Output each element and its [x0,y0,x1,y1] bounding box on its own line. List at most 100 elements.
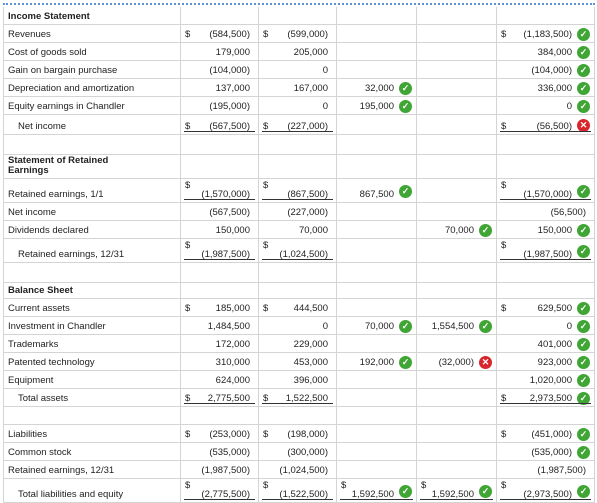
debit-value[interactable]: 32,000 [365,83,394,94]
check-circle-icon: ✓ [399,81,412,95]
underline-rule [184,487,255,500]
underline-rule [500,119,591,132]
credit-value[interactable]: 70,000 [445,225,474,236]
underline-rule [184,119,255,132]
credit-value[interactable]: (32,000) [439,357,474,368]
parent-cell: 624,000 [181,371,259,389]
subsidiary-value: (300,000) [287,447,328,458]
credit-cell [417,335,497,353]
row-label: Total assets [18,393,69,404]
consolidated-value[interactable]: 0 [567,101,572,112]
debit-cell [337,299,417,317]
table-row: Trademarks 172,000 229,000 401,000 ✓ [3,335,595,353]
parent-value: (195,000) [209,101,250,112]
credit-value[interactable]: 1,554,500 [432,321,474,332]
consolidated-value[interactable]: 384,000 [538,47,572,58]
consolidated-value[interactable]: 629,500 [538,303,572,314]
parent-cell: $185,000 [181,299,259,317]
subsidiary-cell: $ (599,000) [259,25,337,43]
retained-header-row: Statement of Retained Earnings [3,155,595,179]
credit-cell [417,79,497,97]
dollar-sign: $ [185,29,191,40]
debit-value[interactable]: 192,000 [360,357,394,368]
consolidated-value[interactable]: 401,000 [538,339,572,350]
row-label: Dividends declared [8,225,89,236]
parent-value: 185,000 [215,303,250,314]
parent-value: (1,987,500) [201,465,250,476]
row-label-cell: Investment in Chandler [3,317,181,335]
consolidated-value[interactable]: 0 [567,321,572,332]
row-label-cell: Retained earnings, 1/1 [3,179,181,203]
credit-cell: 1,554,500 ✓ [417,317,497,335]
credit-cell [417,203,497,221]
consolidated-value[interactable]: (104,000) [531,65,572,76]
debit-cell [337,335,417,353]
parent-cell: $ (1,570,000) [181,179,259,203]
debit-cell: $1,592,500 ✓ [337,479,417,503]
subsidiary-value: 167,000 [293,83,328,94]
parent-cell: 172,000 [181,335,259,353]
credit-cell [417,461,497,479]
table-row: Patented technology 310,000 453,000 192,000… [3,353,595,371]
parent-cell: 1,484,500 [181,317,259,335]
subsidiary-cell: $1,522,500 [259,389,337,407]
underline-rule [420,487,493,500]
debit-value[interactable]: 70,000 [365,321,394,332]
row-label: Net income [8,207,57,218]
subsidiary-value: (1,024,500) [279,465,328,476]
debit-value[interactable]: 195,000 [360,101,394,112]
parent-cell: $ (253,000) [181,425,259,443]
underline-rule [262,247,333,260]
underline-rule [184,187,255,200]
subsidiary-cell: $ (1,024,500) [259,239,337,263]
consolidated-value[interactable]: (451,000) [531,429,572,440]
table-row: Retained earnings, 1/1 $ (1,570,000) $ (867,… [3,179,595,203]
row-label-cell: Cost of goods sold [3,43,181,61]
underline-rule [500,247,591,260]
consolidated-cell: (535,000) ✓ [497,443,595,461]
balance-title: Balance Sheet [8,285,73,296]
credit-cell [417,43,497,61]
row-label: Investment in Chandler [8,321,106,332]
row-label-cell: Net income [3,115,181,135]
check-circle-icon: ✓ [577,427,590,441]
consolidation-worksheet: Income Statement Revenues $ (584,500) $ (599… [3,3,595,503]
check-circle-icon: ✓ [577,223,590,237]
consolidated-cell: (104,000) ✓ [497,61,595,79]
consolidated-cell: 923,000 ✓ [497,353,595,371]
consolidated-cell: $ (56,500) ✕ [497,115,595,135]
parent-cell: $ (2,775,500) [181,479,259,503]
parent-cell: (567,500) [181,203,259,221]
consolidated-value[interactable]: 150,000 [538,225,572,236]
row-label-cell: Gain on bargain purchase [3,61,181,79]
subsidiary-cell: $ (867,500) [259,179,337,203]
consolidated-value[interactable]: (1,183,500) [523,29,572,40]
debit-cell [337,203,417,221]
spacer-row [3,263,595,283]
row-label-cell: Retained earnings, 12/31 [3,239,181,263]
consolidated-cell: 0 ✓ [497,97,595,115]
consolidated-cell: (56,500) [497,203,595,221]
check-circle-icon: ✓ [577,63,590,77]
row-label-cell: Patented technology [3,353,181,371]
subsidiary-value: 453,000 [293,357,328,368]
debit-value[interactable]: 867,500 [360,189,394,200]
subsidiary-cell: 396,000 [259,371,337,389]
subsidiary-cell: 453,000 [259,353,337,371]
consolidated-value[interactable]: 923,000 [538,357,572,368]
row-label-cell: Total liabilities and equity [3,479,181,503]
consolidated-value[interactable]: (535,000) [531,447,572,458]
consolidated-value[interactable]: (1,987,500) [537,465,586,476]
consolidated-value[interactable]: 336,000 [538,83,572,94]
consolidated-value[interactable]: (56,500) [551,207,586,218]
debit-cell [337,425,417,443]
parent-value: (104,000) [209,65,250,76]
subsidiary-value: 70,000 [298,225,328,236]
consolidated-value[interactable]: 1,020,000 [530,375,572,386]
debit-cell [337,443,417,461]
subsidiary-value: (227,000) [287,207,328,218]
consolidated-cell: 384,000 ✓ [497,43,595,61]
consolidated-cell: $ (2,973,500) ✓ [497,479,595,503]
check-circle-icon: ✓ [577,337,590,351]
check-circle-icon: ✓ [399,319,412,333]
